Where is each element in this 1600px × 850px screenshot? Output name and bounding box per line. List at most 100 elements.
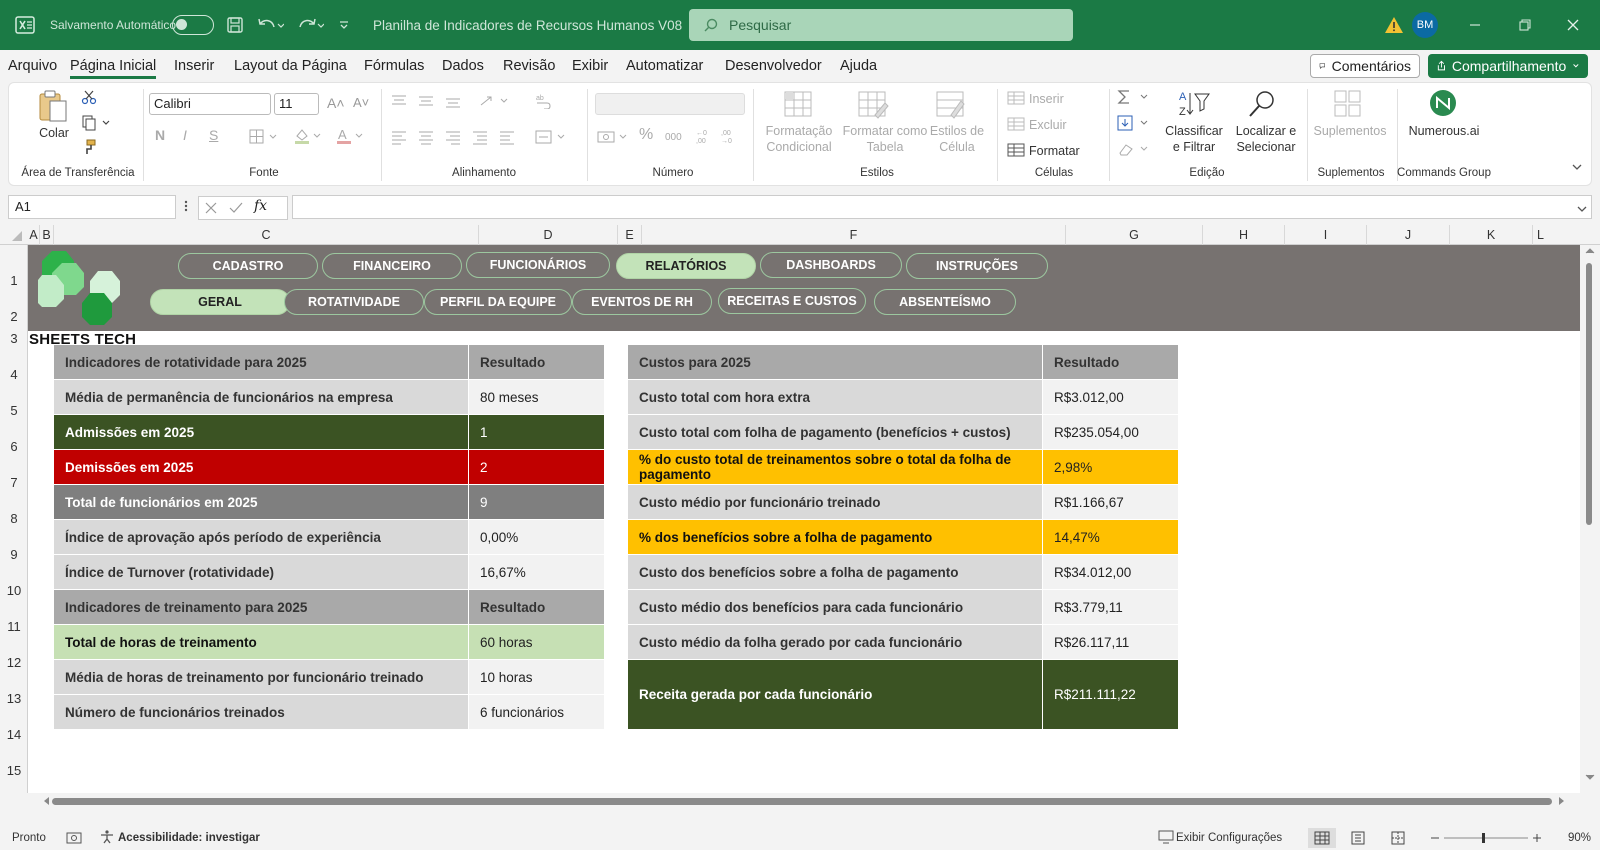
undo-icon[interactable] (256, 0, 284, 50)
vertical-scrollbar[interactable] (1580, 245, 1600, 793)
insert-function-button[interactable]: fx (254, 198, 267, 214)
cost-label-cell[interactable]: Custo médio dos benefícios para cada fun… (628, 590, 1043, 625)
cost-value-cell[interactable]: Resultado (1043, 345, 1178, 380)
format-as-table-label[interactable]: Formatar como Tabela (839, 123, 931, 155)
align-top-icon[interactable] (391, 93, 471, 109)
minimize-icon[interactable] (1468, 0, 1482, 50)
wrap-text-icon[interactable]: ab (535, 93, 551, 109)
tab-exibir[interactable]: Exibir (572, 58, 608, 74)
conditional-format-label[interactable]: Formatação Condicional (763, 123, 835, 155)
paste-icon[interactable] (37, 89, 69, 125)
page-layout-view-icon[interactable] (1350, 830, 1366, 846)
nav-dashboards[interactable]: DASHBOARDS (760, 252, 902, 278)
find-select-label[interactable]: Localizar e Selecionar (1229, 123, 1303, 155)
numerous-ai-label[interactable]: Numerous.ai (1401, 123, 1487, 139)
subnav-receitas-custos[interactable]: RECEITAS E CUSTOS (718, 288, 866, 314)
turnover-value-cell[interactable]: 60 horas (469, 625, 604, 660)
increase-font-icon[interactable]: A˄ (327, 95, 345, 111)
column-header-i[interactable]: I (1285, 225, 1367, 245)
subnav-perfil-equipe[interactable]: PERFIL DA EQUIPE (424, 289, 572, 315)
row-header-12[interactable]: 12 (0, 655, 28, 670)
addins-icon[interactable] (1333, 89, 1363, 119)
turnover-value-cell[interactable]: Resultado (469, 345, 604, 380)
cost-label-cell[interactable]: Custo total com folha de pagamento (bene… (628, 415, 1043, 450)
customize-toolbar-icon[interactable] (338, 0, 350, 50)
cost-value-cell[interactable]: 2,98% (1043, 450, 1178, 485)
cost-value-cell[interactable]: R$34.012,00 (1043, 555, 1178, 590)
more-options-icon[interactable] (184, 199, 188, 213)
thousands-button[interactable]: 000 (665, 130, 682, 146)
column-header-h[interactable]: H (1203, 225, 1285, 245)
subnav-absenteismo[interactable]: ABSENTEÍSMO (874, 289, 1016, 315)
tab-automatizar[interactable]: Automatizar (626, 58, 703, 74)
name-box[interactable]: A1 (8, 195, 176, 219)
turnover-value-cell[interactable]: 10 horas (469, 660, 604, 695)
row-header-7[interactable]: 7 (0, 475, 28, 490)
column-header-d[interactable]: D (479, 225, 618, 245)
addins-label[interactable]: Suplementos (1309, 123, 1391, 139)
nav-funcionarios[interactable]: FUNCIONÁRIOS (466, 252, 610, 278)
tab-formulas[interactable]: Fórmulas (364, 58, 424, 74)
row-header-11[interactable]: 11 (0, 619, 28, 634)
turnover-value-cell[interactable]: 1 (469, 415, 604, 450)
subnav-geral[interactable]: GERAL (150, 289, 290, 315)
row-header-10[interactable]: 10 (0, 583, 28, 598)
nav-cadastro[interactable]: CADASTRO (178, 253, 318, 279)
cost-label-cell[interactable]: % dos benefícios sobre a folha de pagame… (628, 520, 1043, 555)
delete-cells-label[interactable]: Excluir (1029, 117, 1067, 133)
cost-label-cell[interactable]: Custos para 2025 (628, 345, 1043, 380)
insert-cells-label[interactable]: Inserir (1029, 91, 1064, 107)
turnover-label-cell[interactable]: Índice de aprovação após período de expe… (54, 520, 469, 555)
turnover-label-cell[interactable]: Total de horas de treinamento (54, 625, 469, 660)
autosum-icon[interactable] (1117, 89, 1153, 105)
select-all-corner[interactable] (0, 225, 28, 245)
column-header-g[interactable]: G (1066, 225, 1203, 245)
expand-formula-icon[interactable] (1576, 205, 1588, 213)
fill-icon[interactable] (1117, 115, 1153, 131)
tab-pagina-inicial[interactable]: Página Inicial (70, 58, 157, 79)
tab-desenvolvedor[interactable]: Desenvolvedor (725, 58, 822, 74)
row-header-6[interactable]: 6 (0, 439, 28, 454)
column-header-j[interactable]: J (1367, 225, 1450, 245)
cut-icon[interactable] (81, 89, 97, 105)
underline-button[interactable]: S (209, 127, 218, 143)
turnover-value-cell[interactable]: 9 (469, 485, 604, 520)
cost-label-cell[interactable]: Custo médio da folha gerado por cada fun… (628, 625, 1043, 660)
cost-label-cell[interactable]: Custo dos benefícios sobre a folha de pa… (628, 555, 1043, 590)
paste-label[interactable]: Colar (37, 125, 71, 141)
ribbon-collapse-icon[interactable] (1571, 163, 1583, 171)
zoom-level[interactable]: 90% (1568, 832, 1591, 844)
font-size-select[interactable]: 11 (274, 93, 319, 115)
insert-cells-icon[interactable] (1007, 91, 1025, 105)
sort-filter-label[interactable]: Classificar e Filtrar (1163, 123, 1225, 155)
row-header-8[interactable]: 8 (0, 511, 28, 526)
subnav-eventos-rh[interactable]: EVENTOS DE RH (572, 289, 712, 315)
align-left-icon[interactable] (391, 129, 525, 145)
number-format-select[interactable] (595, 93, 745, 115)
column-header-e[interactable]: E (618, 225, 642, 245)
normal-view-icon[interactable] (1308, 828, 1336, 848)
turnover-label-cell[interactable]: Demissões em 2025 (54, 450, 469, 485)
accessibility-icon[interactable] (100, 830, 114, 844)
turnover-label-cell[interactable]: Média de permanência de funcionários na … (54, 380, 469, 415)
share-button[interactable]: Compartilhamento (1428, 54, 1588, 78)
column-header-f[interactable]: F (642, 225, 1066, 245)
cost-value-cell[interactable]: R$26.117,11 (1043, 625, 1178, 660)
turnover-value-cell[interactable]: 16,67% (469, 555, 604, 590)
cost-label-cell[interactable]: Custo médio por funcionário treinado (628, 485, 1043, 520)
tab-arquivo[interactable]: Arquivo (8, 58, 57, 74)
cost-value-cell[interactable]: R$3.779,11 (1043, 590, 1178, 625)
decrease-font-icon[interactable]: A˅ (353, 95, 369, 111)
subnav-rotatividade[interactable]: ROTATIVIDADE (284, 289, 424, 315)
cost-label-cell[interactable]: % do custo total de treinamentos sobre o… (628, 450, 1043, 485)
format-cells-icon[interactable] (1007, 143, 1025, 157)
column-header-l[interactable]: L (1533, 225, 1580, 245)
accessibility-status[interactable]: Acessibilidade: investigar (118, 832, 260, 844)
turnover-label-cell[interactable]: Total de funcionários em 2025 (54, 485, 469, 520)
row-header-9[interactable]: 9 (0, 547, 28, 562)
copy-icon[interactable] (81, 115, 111, 131)
close-icon[interactable] (1566, 0, 1580, 50)
tab-revisao[interactable]: Revisão (503, 58, 555, 74)
display-settings-icon[interactable] (1158, 830, 1174, 844)
format-painter-icon[interactable] (81, 139, 97, 155)
